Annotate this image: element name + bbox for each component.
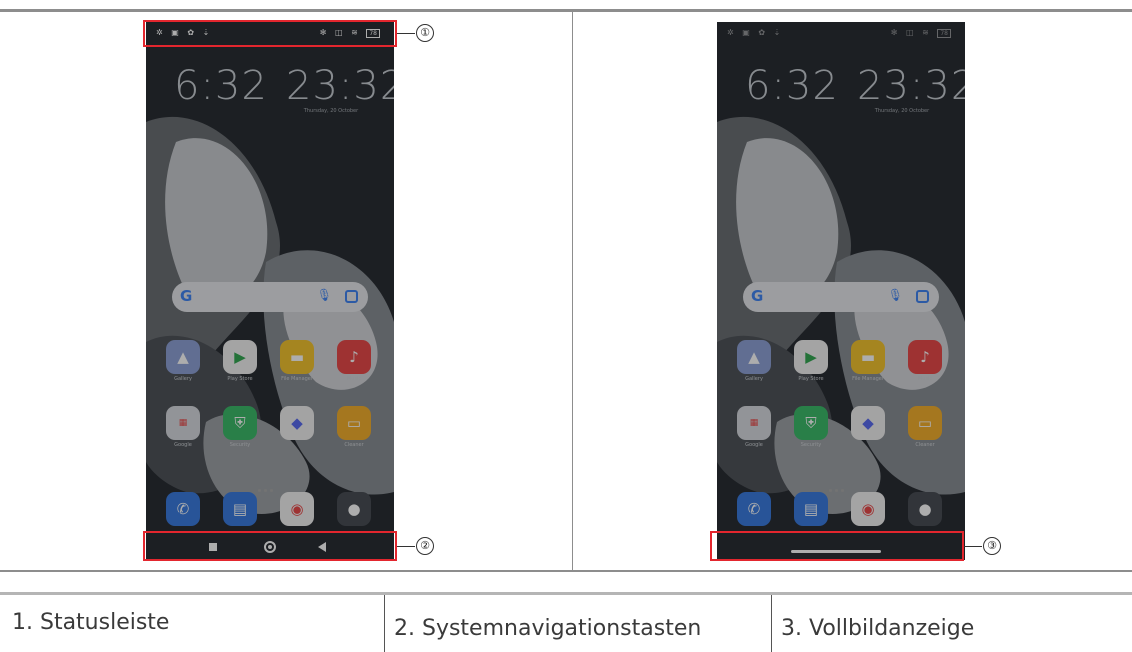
app-label: Cleaner [344, 442, 364, 448]
app-label: Cleaner [915, 442, 935, 448]
clock-time: 23:32 [286, 63, 394, 109]
app-label: Music [346, 376, 362, 382]
music-app-icon[interactable]: ♪ [908, 340, 942, 374]
status-left-icons: ✲ ▣ ✿ ⇣ [727, 28, 784, 37]
app-label: Google [745, 442, 763, 448]
themes-app-icon[interactable]: ◆ [851, 406, 885, 440]
google-folder-icon[interactable]: ▦ [166, 406, 200, 440]
music-app-icon[interactable]: ♪ [337, 340, 371, 374]
app-label: Play Store [227, 376, 253, 382]
lens-icon[interactable] [345, 290, 358, 303]
chrome-app-icon[interactable]: ◉ [851, 492, 885, 526]
legend-item-3: 3. Vollbildanzeige [781, 616, 975, 641]
themes-app-icon[interactable]: ◆ [280, 406, 314, 440]
chrome-app-icon[interactable]: ◉ [280, 492, 314, 526]
file-manager-app-icon[interactable]: ▬ [851, 340, 885, 374]
figure-bottom-rule [0, 570, 1132, 572]
app-label: Gallery [745, 376, 763, 382]
page-indicator [829, 477, 853, 492]
camera-app-icon[interactable]: ● [908, 492, 942, 526]
cleaner-app-icon[interactable]: ▭ [908, 406, 942, 440]
messages-app-icon[interactable]: ▤ [794, 492, 828, 526]
mic-icon[interactable]: 🎙︎ [888, 288, 903, 302]
callout-leader [397, 546, 415, 547]
legend-top-rule [0, 592, 1132, 595]
app-label: Security [229, 442, 251, 448]
status-bar: ✲ ▣ ✿ ⇣ ✻ ◫ ≋ 78 [717, 22, 965, 46]
clock-widget-1: 6:32 [745, 63, 839, 109]
figure-divider [572, 12, 573, 570]
security-app-icon[interactable]: ⛨ [794, 406, 828, 440]
callout-box-fullscreen [710, 531, 964, 561]
google-search-bar[interactable]: G 🎙︎ [743, 282, 939, 312]
app-label: Google [174, 442, 192, 448]
page-indicator [258, 477, 282, 492]
google-icon: G [180, 287, 193, 305]
gallery-app-icon[interactable]: ▲ [166, 340, 200, 374]
clock-widget-1: 6:32 [174, 63, 268, 109]
callout-box-statusbar [143, 20, 397, 47]
messages-app-icon[interactable]: ▤ [223, 492, 257, 526]
top-rule [0, 9, 1132, 12]
status-right-icons: ✻ ◫ ≋ 78 [891, 28, 951, 38]
google-icon: G [751, 287, 764, 305]
clock-time: 6:32 [745, 63, 839, 109]
app-label: Music [917, 376, 933, 382]
file-manager-app-icon[interactable]: ▬ [280, 340, 314, 374]
legend-divider [771, 595, 772, 652]
security-app-icon[interactable]: ⛨ [223, 406, 257, 440]
legend-item-1: 1. Statusleiste [12, 610, 170, 635]
play-store-app-icon[interactable]: ▶ [223, 340, 257, 374]
cleaner-app-icon[interactable]: ▭ [337, 406, 371, 440]
callout-leader [964, 546, 982, 547]
callout-number-3: ③ [983, 537, 1001, 555]
app-label: File Manager [852, 376, 884, 382]
clock-time: 23:32 [857, 63, 965, 109]
callout-number-1: ① [416, 24, 434, 42]
google-search-bar[interactable]: G 🎙︎ [172, 282, 368, 312]
play-store-app-icon[interactable]: ▶ [794, 340, 828, 374]
phone-app-icon[interactable]: ✆ [737, 492, 771, 526]
legend-divider [384, 595, 385, 652]
callout-box-navigation [143, 531, 397, 561]
phone-screenshot-left: ✲ ▣ ✿ ⇣ ✻ ◫ ≋ 78 6:32 23:32 Thursday, 20… [146, 22, 394, 560]
clock-time: 6:32 [174, 63, 268, 109]
callout-leader [397, 33, 415, 34]
app-label: Gallery [174, 376, 192, 382]
lens-icon[interactable] [916, 290, 929, 303]
battery-icon: 78 [937, 29, 951, 38]
phone-screenshot-right: ✲ ▣ ✿ ⇣ ✻ ◫ ≋ 78 6:32 23:32 Thursday, 20… [717, 22, 965, 560]
callout-number-2: ② [416, 537, 434, 555]
app-label: Play Store [798, 376, 824, 382]
app-label: Security [800, 442, 822, 448]
phone-app-icon[interactable]: ✆ [166, 492, 200, 526]
google-folder-icon[interactable]: ▦ [737, 406, 771, 440]
legend-item-2: 2. Systemnavigationstasten [394, 616, 702, 641]
clock-widget-2: 23:32 Thursday, 20 October [857, 63, 965, 114]
clock-widget-2: 23:32 Thursday, 20 October [286, 63, 394, 114]
app-label: File Manager [281, 376, 313, 382]
mic-icon[interactable]: 🎙︎ [317, 288, 332, 302]
gallery-app-icon[interactable]: ▲ [737, 340, 771, 374]
camera-app-icon[interactable]: ● [337, 492, 371, 526]
